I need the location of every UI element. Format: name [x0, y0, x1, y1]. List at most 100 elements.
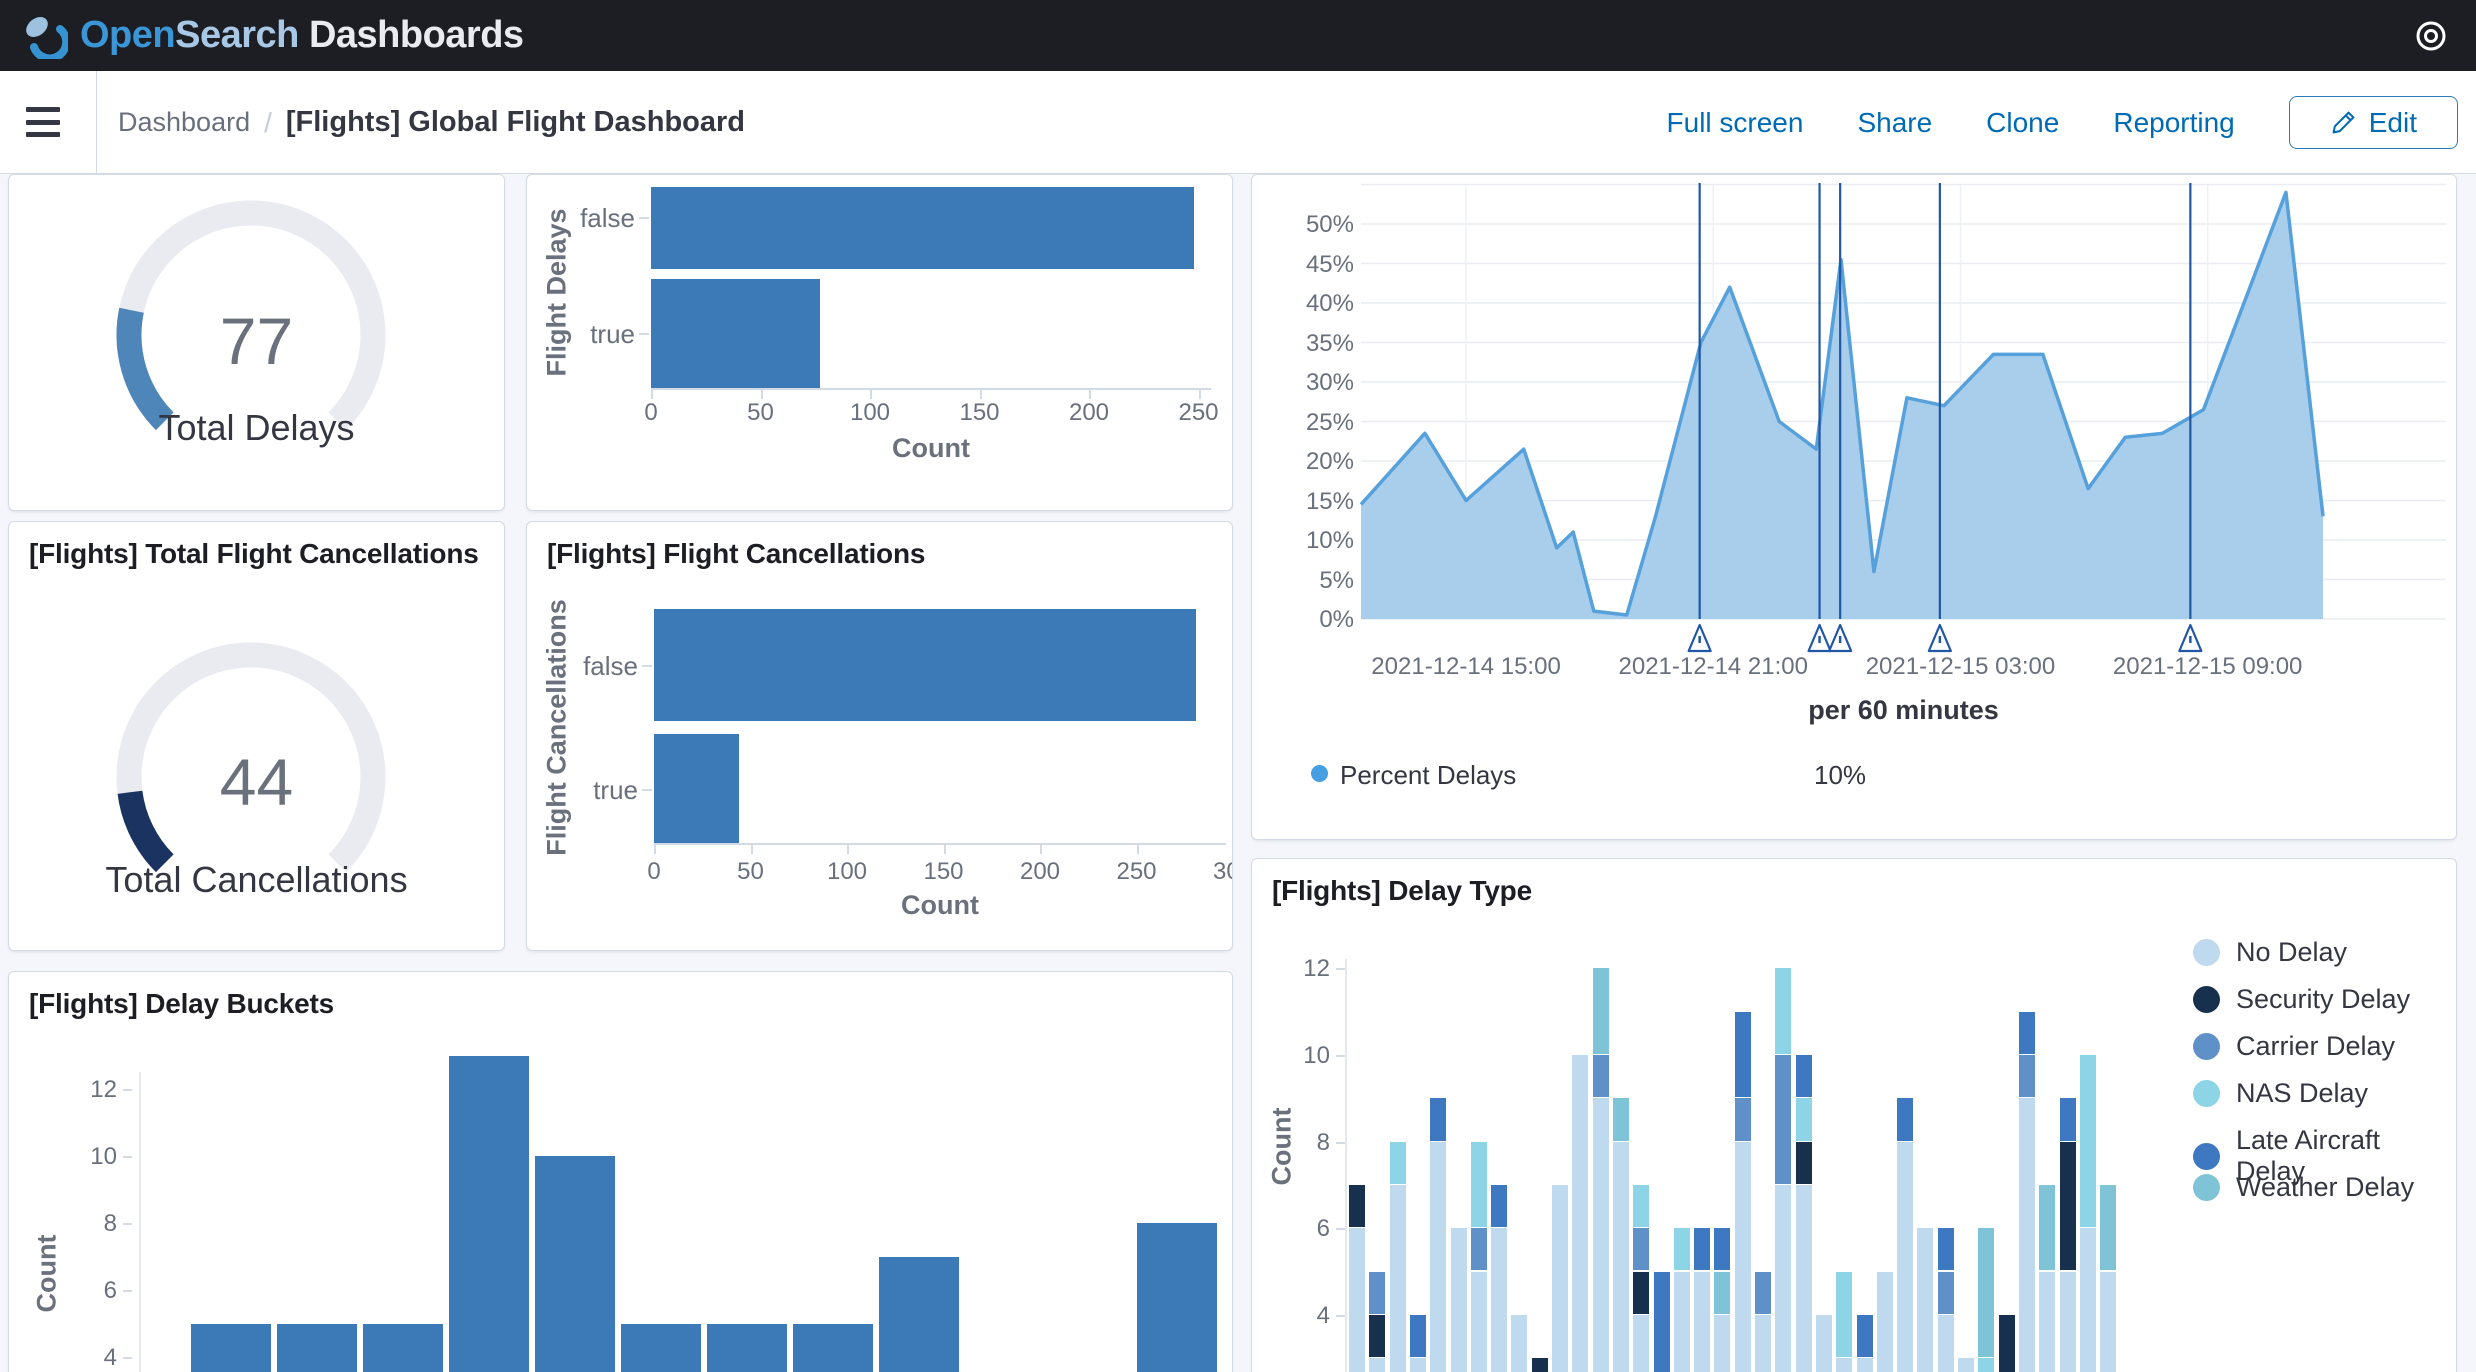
stacked-bar-segment[interactable] — [1390, 1142, 1406, 1184]
stacked-bar-segment[interactable] — [1491, 1228, 1507, 1372]
stacked-bar-segment[interactable] — [1857, 1315, 1873, 1357]
legend-series-label[interactable]: Percent Delays — [1340, 760, 1516, 791]
menu-icon[interactable] — [26, 107, 60, 137]
stacked-bar-segment[interactable] — [1714, 1272, 1730, 1314]
stacked-bar-segment[interactable] — [1796, 1098, 1812, 1140]
stacked-bar-segment[interactable] — [1674, 1272, 1690, 1372]
stacked-bar-segment[interactable] — [1796, 1185, 1812, 1372]
stacked-bar-segment[interactable] — [1796, 1055, 1812, 1097]
stacked-bar-segment[interactable] — [2060, 1272, 2076, 1372]
stacked-bar-segment[interactable] — [1958, 1358, 1974, 1372]
stacked-bar-segment[interactable] — [1714, 1315, 1730, 1372]
stacked-bar-segment[interactable] — [1633, 1272, 1649, 1314]
stacked-bar-segment[interactable] — [1349, 1228, 1365, 1372]
stacked-bar-segment[interactable] — [1593, 968, 1609, 1054]
histogram-bar[interactable] — [879, 1257, 959, 1372]
stacked-bar-segment[interactable] — [1775, 1055, 1791, 1184]
stacked-bar-segment[interactable] — [1857, 1358, 1873, 1372]
stacked-bar-segment[interactable] — [2019, 1012, 2035, 1054]
stacked-bar-segment[interactable] — [1410, 1315, 1426, 1357]
stacked-bar-segment[interactable] — [1999, 1315, 2015, 1372]
stacked-bar-segment[interactable] — [1694, 1272, 1710, 1372]
stacked-bar-segment[interactable] — [1938, 1272, 1954, 1314]
stacked-bar-segment[interactable] — [1694, 1228, 1710, 1270]
stacked-bar-segment[interactable] — [2019, 1055, 2035, 1097]
stacked-bar-segment[interactable] — [1471, 1142, 1487, 1228]
histogram-bar[interactable] — [363, 1324, 443, 1372]
legend-item-c[interactable]: Carrier Delay — [2193, 1031, 2395, 1062]
stacked-bar-segment[interactable] — [1735, 1012, 1751, 1098]
histogram-bar[interactable] — [621, 1324, 701, 1372]
stacked-bar-segment[interactable] — [1938, 1315, 1954, 1372]
histogram-bar[interactable] — [191, 1324, 271, 1372]
stacked-bar-segment[interactable] — [1410, 1358, 1426, 1372]
stacked-bar-segment[interactable] — [2100, 1185, 2116, 1271]
stacked-bar-segment[interactable] — [1714, 1228, 1730, 1270]
legend-item-a[interactable]: NAS Delay — [2193, 1078, 2368, 1109]
stacked-bar-segment[interactable] — [1511, 1315, 1527, 1372]
stacked-bar-segment[interactable] — [2100, 1272, 2116, 1372]
stacked-bar-segment[interactable] — [1775, 1185, 1791, 1372]
stacked-bar-segment[interactable] — [2080, 1055, 2096, 1227]
stacked-bar-segment[interactable] — [2060, 1142, 2076, 1271]
stacked-bar-segment[interactable] — [2039, 1185, 2055, 1271]
stacked-bar-segment[interactable] — [1613, 1098, 1629, 1140]
stacked-bar-segment[interactable] — [1552, 1185, 1568, 1372]
stacked-bar-segment[interactable] — [1755, 1272, 1771, 1314]
bar-true[interactable] — [654, 734, 739, 843]
stacked-bar-segment[interactable] — [2080, 1228, 2096, 1372]
clone-link[interactable]: Clone — [1986, 107, 2059, 139]
legend-item-n[interactable]: No Delay — [2193, 937, 2347, 968]
breadcrumb-dashboard[interactable]: Dashboard — [118, 107, 250, 138]
stacked-bar-segment[interactable] — [1735, 1098, 1751, 1140]
stacked-bar-segment[interactable] — [1978, 1228, 1994, 1357]
stacked-bar-segment[interactable] — [1593, 1098, 1609, 1372]
histogram-bar[interactable] — [277, 1324, 357, 1372]
histogram-bar[interactable] — [535, 1156, 615, 1372]
stacked-bar-segment[interactable] — [1491, 1185, 1507, 1227]
stacked-bar-segment[interactable] — [1796, 1142, 1812, 1184]
stacked-bar-segment[interactable] — [1369, 1272, 1385, 1314]
stacked-bar-segment[interactable] — [1430, 1142, 1446, 1372]
stacked-bar-segment[interactable] — [1430, 1098, 1446, 1140]
stacked-bar-segment[interactable] — [2019, 1098, 2035, 1372]
stacked-bar-segment[interactable] — [1735, 1142, 1751, 1372]
stacked-bar-segment[interactable] — [1654, 1272, 1670, 1372]
stacked-bar-segment[interactable] — [1755, 1315, 1771, 1372]
stacked-bar-segment[interactable] — [1369, 1315, 1385, 1357]
help-button[interactable] — [2412, 17, 2450, 55]
bar-false[interactable] — [651, 187, 1194, 269]
stacked-bar-segment[interactable] — [1836, 1358, 1852, 1372]
stacked-bar-segment[interactable] — [1633, 1185, 1649, 1227]
stacked-bar-segment[interactable] — [1877, 1272, 1893, 1372]
stacked-bar-segment[interactable] — [1978, 1358, 1994, 1372]
edit-button[interactable]: Edit — [2289, 96, 2458, 149]
bar-false[interactable] — [654, 609, 1196, 721]
stacked-bar-segment[interactable] — [1938, 1228, 1954, 1270]
histogram-bar[interactable] — [1137, 1223, 1217, 1372]
stacked-bar-segment[interactable] — [1451, 1228, 1467, 1372]
legend-item-s[interactable]: Security Delay — [2193, 984, 2410, 1015]
histogram-bar[interactable] — [449, 1056, 529, 1372]
full-screen-link[interactable]: Full screen — [1667, 107, 1804, 139]
stacked-bar-segment[interactable] — [1674, 1228, 1690, 1270]
stacked-bar-segment[interactable] — [1593, 1055, 1609, 1097]
stacked-bar-segment[interactable] — [1897, 1098, 1913, 1140]
stacked-bar-segment[interactable] — [1390, 1185, 1406, 1372]
histogram-bar[interactable] — [793, 1324, 873, 1372]
stacked-bar-segment[interactable] — [2060, 1098, 2076, 1140]
histogram-bar[interactable] — [707, 1324, 787, 1372]
reporting-link[interactable]: Reporting — [2113, 107, 2234, 139]
stacked-bar-segment[interactable] — [1369, 1358, 1385, 1372]
stacked-bar-segment[interactable] — [1816, 1315, 1832, 1372]
stacked-bar-segment[interactable] — [1349, 1185, 1365, 1227]
bar-true[interactable] — [651, 279, 820, 388]
stacked-bar-segment[interactable] — [1633, 1315, 1649, 1372]
stacked-bar-segment[interactable] — [1471, 1272, 1487, 1372]
stacked-bar-segment[interactable] — [1572, 1055, 1588, 1372]
stacked-bar-segment[interactable] — [2039, 1272, 2055, 1372]
stacked-bar-segment[interactable] — [1633, 1228, 1649, 1270]
stacked-bar-segment[interactable] — [1836, 1272, 1852, 1358]
legend-item-w[interactable]: Weather Delay — [2193, 1172, 2414, 1203]
stacked-bar-segment[interactable] — [1613, 1142, 1629, 1372]
